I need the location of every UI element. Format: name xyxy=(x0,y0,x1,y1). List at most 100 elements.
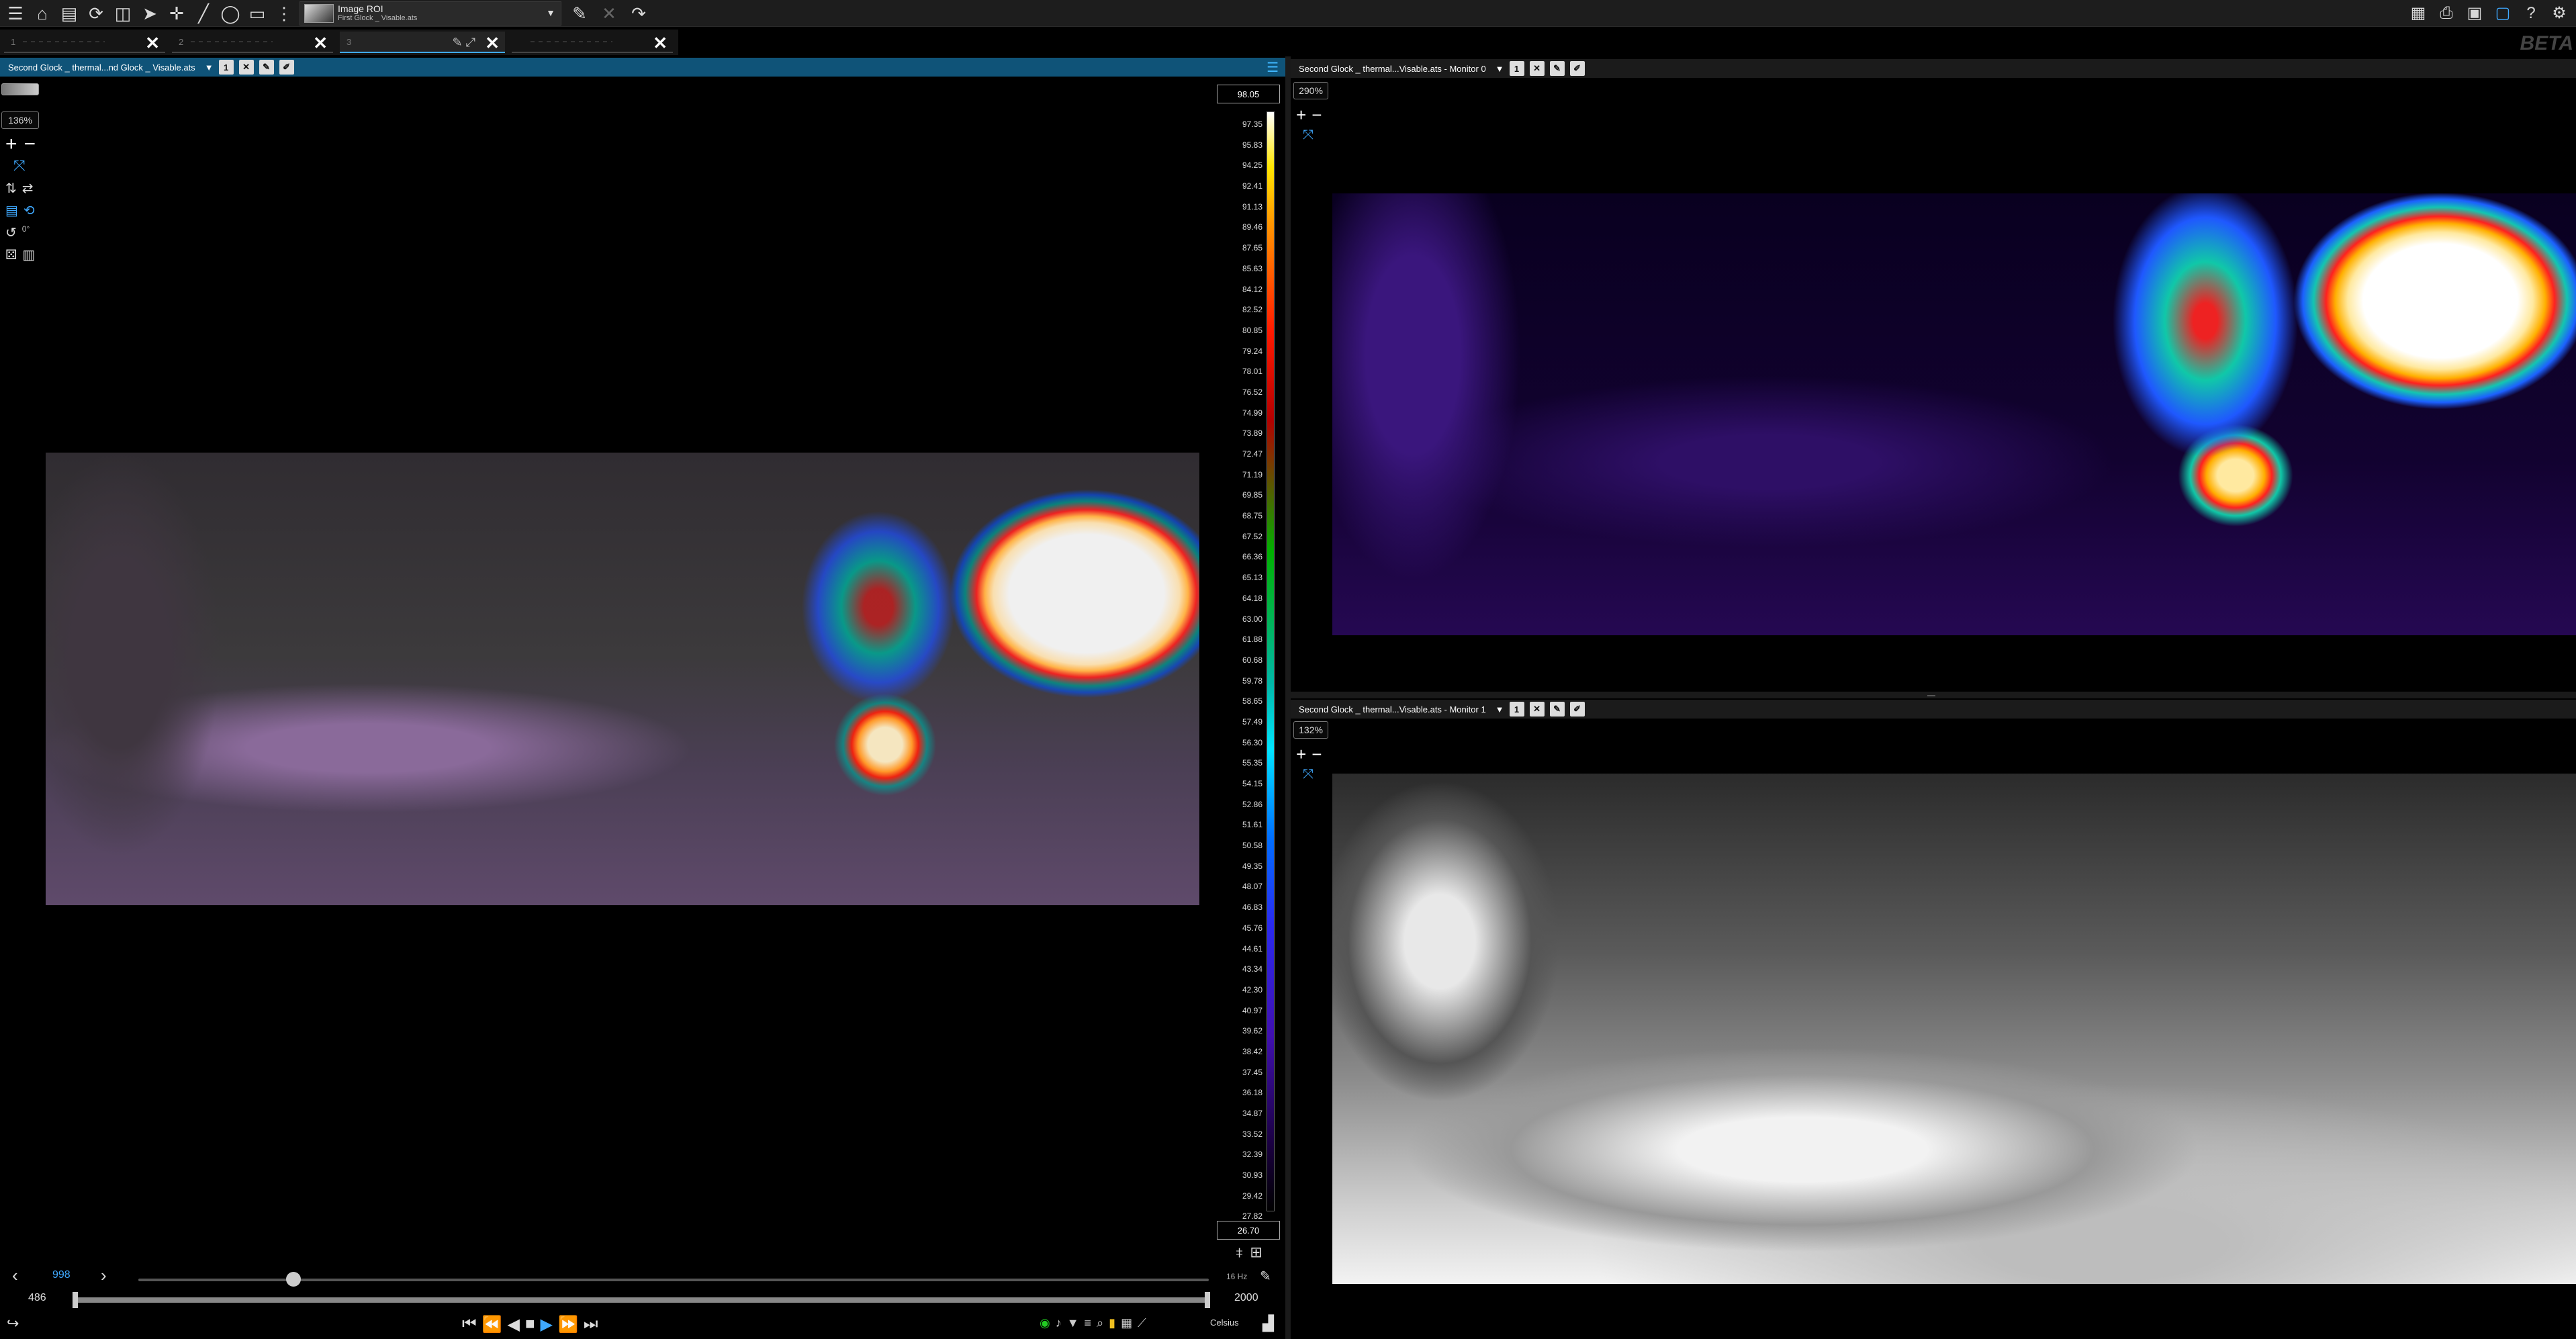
rewind-icon[interactable]: ⏪ xyxy=(482,1315,502,1334)
zoom-out-icon[interactable]: − xyxy=(1312,744,1322,764)
zoom-level[interactable]: 136% xyxy=(1,111,39,129)
palette-icon[interactable]: ⚄ xyxy=(5,246,17,263)
pointer-icon[interactable]: ➤ xyxy=(138,2,161,25)
play-icon[interactable]: ▶ xyxy=(540,1315,552,1334)
share-icon[interactable]: ↪ xyxy=(7,1315,19,1332)
chevron-down-icon[interactable]: ▼ xyxy=(546,7,555,18)
rectangle-icon[interactable]: ▭ xyxy=(246,2,269,25)
color-gradient-bar[interactable] xyxy=(1267,111,1275,1211)
close-icon[interactable]: ✕ xyxy=(1529,702,1545,717)
filter-icon[interactable]: ☰ xyxy=(1267,59,1279,76)
camera-icon[interactable]: ◫ xyxy=(111,2,134,25)
close-icon[interactable]: ✕ xyxy=(313,33,328,54)
sliders-icon[interactable]: ≡ xyxy=(1085,1316,1092,1330)
loop-icon[interactable]: ⟲ xyxy=(24,202,35,219)
chevron-down-icon[interactable]: ▼ xyxy=(1496,704,1504,714)
table-icon[interactable]: ▦ xyxy=(1121,1316,1132,1330)
close-icon[interactable]: ✕ xyxy=(145,33,160,54)
edit-icon[interactable]: ✐ xyxy=(279,60,294,75)
print-icon[interactable]: ⎙ xyxy=(2435,2,2458,25)
grid-icon[interactable]: ▦ xyxy=(2407,2,2430,25)
tab-new[interactable]: ✕ xyxy=(512,32,673,53)
frame-slider-knob[interactable] xyxy=(286,1272,302,1287)
mic-icon[interactable]: ♪ xyxy=(1056,1316,1062,1330)
panel-count-badge[interactable]: 1 xyxy=(1509,702,1524,717)
adjust-icon[interactable]: ⧧ xyxy=(1236,1244,1243,1261)
tab-1[interactable]: 1 ✕ xyxy=(4,32,165,53)
layers-icon[interactable]: ▤ xyxy=(5,202,18,219)
open-folder-icon[interactable]: ⌂ xyxy=(31,2,54,25)
fit-to-view-icon[interactable]: ⤧ xyxy=(1,157,46,175)
range-start[interactable]: 486 xyxy=(28,1292,46,1304)
close-icon[interactable]: ✕ xyxy=(653,33,668,54)
rotation-angle[interactable]: 0° xyxy=(22,224,30,241)
chevron-down-icon[interactable]: ▼ xyxy=(205,62,214,73)
stop-icon[interactable]: ■ xyxy=(525,1315,535,1334)
menu-icon[interactable]: ☰ xyxy=(4,2,27,25)
record-icon[interactable]: ◉ xyxy=(1040,1316,1050,1330)
preview-thumbnail[interactable] xyxy=(1,83,39,95)
pencil-icon[interactable]: ✎ xyxy=(259,60,274,75)
range-start-handle[interactable] xyxy=(73,1292,78,1308)
search-icon[interactable]: ⌕ xyxy=(1097,1316,1103,1330)
monitor1-visible-image[interactable] xyxy=(1332,774,2576,1284)
tab-tools-icon[interactable]: ✎ ⤢ xyxy=(453,36,475,50)
zoom-out-icon[interactable]: − xyxy=(1312,105,1322,125)
window-icon[interactable]: ▣ xyxy=(2463,2,2486,25)
pencil-icon[interactable]: ✎ xyxy=(1549,61,1565,76)
close-icon[interactable]: ✕ xyxy=(238,60,254,75)
refresh-icon[interactable]: ⟳ xyxy=(85,2,107,25)
crosshair-icon[interactable]: ✛ xyxy=(165,2,188,25)
chevron-down-icon[interactable]: ▼ xyxy=(1496,64,1504,74)
scale-min-field[interactable]: 26.70 xyxy=(1217,1221,1280,1240)
image-roi-selector[interactable]: Image ROI First Glock _ Visable.ats ▼ xyxy=(300,1,561,26)
monitor0-view[interactable]: 290% + − ⤧ xyxy=(1291,79,2576,692)
swap-icon[interactable]: ⇄ xyxy=(22,180,34,197)
auto-scale-icon[interactable]: ⊞ xyxy=(1250,1244,1262,1261)
scale-max-field[interactable]: 98.05 xyxy=(1217,85,1280,103)
rotate-icon[interactable]: ↺ xyxy=(5,224,17,241)
range-end-handle[interactable] xyxy=(1205,1292,1210,1308)
zoom-in-icon[interactable]: + xyxy=(1296,744,1306,764)
main-thermal-view[interactable]: 136% + − ⤧ ⇅ ⇄ ▤ ⟲ ↺ 0° ⚄ ▥ 98.05 97.35 … xyxy=(0,78,1285,1261)
close-icon[interactable]: ✕ xyxy=(598,2,620,25)
splitter-grip[interactable] xyxy=(1927,695,1935,696)
frame-slider[interactable] xyxy=(138,1272,1209,1287)
panel-count-badge[interactable]: 1 xyxy=(1509,61,1524,76)
zoom-level[interactable]: 132% xyxy=(1293,721,1328,739)
zoom-out-icon[interactable]: − xyxy=(24,134,36,154)
current-frame[interactable]: 998 xyxy=(52,1269,71,1281)
thermal-overlay-image[interactable] xyxy=(46,453,1199,905)
pencil-icon[interactable]: ✎ xyxy=(568,2,591,25)
skip-start-icon[interactable]: ⏮ xyxy=(462,1315,477,1334)
new-file-icon[interactable]: ▤ xyxy=(58,2,81,25)
tab-3[interactable]: 3 ✎ ⤢ ✕ xyxy=(340,32,505,53)
gear-icon[interactable]: ⚙ xyxy=(2548,2,2571,25)
zoom-in-icon[interactable]: + xyxy=(5,134,17,154)
skip-end-icon[interactable]: ⏭ xyxy=(584,1315,598,1334)
pencil-icon[interactable]: ✎ xyxy=(1549,702,1565,717)
redo-icon[interactable]: ↷ xyxy=(627,2,650,25)
edit-icon[interactable]: ✐ xyxy=(1569,61,1585,76)
monitor1-view[interactable]: 132% + − ⤧ xyxy=(1291,720,2576,1339)
fast-forward-icon[interactable]: ⏩ xyxy=(558,1315,578,1334)
document-icon[interactable]: ▥ xyxy=(22,246,35,263)
range-end[interactable]: 2000 xyxy=(1234,1292,1258,1304)
vertical-splitter[interactable] xyxy=(1285,56,1291,1339)
fit-to-view-icon[interactable]: ⤧ xyxy=(1293,767,1331,782)
pencil-icon[interactable]: ✎ xyxy=(1260,1268,1271,1285)
temperature-units[interactable]: Celsius xyxy=(1210,1318,1239,1328)
chevron-right-icon[interactable]: › xyxy=(101,1265,107,1286)
chevron-left-icon[interactable]: ‹ xyxy=(12,1265,18,1286)
close-icon[interactable]: ✕ xyxy=(1529,61,1545,76)
zoom-level[interactable]: 290% xyxy=(1293,82,1328,99)
line-icon[interactable]: ╱ xyxy=(192,2,215,25)
fit-to-view-icon[interactable]: ⤧ xyxy=(1293,128,1331,143)
close-icon[interactable]: ✕ xyxy=(485,33,500,54)
histogram-icon[interactable]: ▟ xyxy=(1262,1315,1274,1332)
edit-icon[interactable]: ✐ xyxy=(1569,702,1585,717)
sort-icon[interactable]: ⇅ xyxy=(5,180,17,197)
monitor0-thermal-image[interactable] xyxy=(1332,193,2576,635)
filter-icon[interactable]: ▼ xyxy=(1067,1316,1079,1330)
chart-icon[interactable]: ⟋ xyxy=(1138,1316,1146,1330)
